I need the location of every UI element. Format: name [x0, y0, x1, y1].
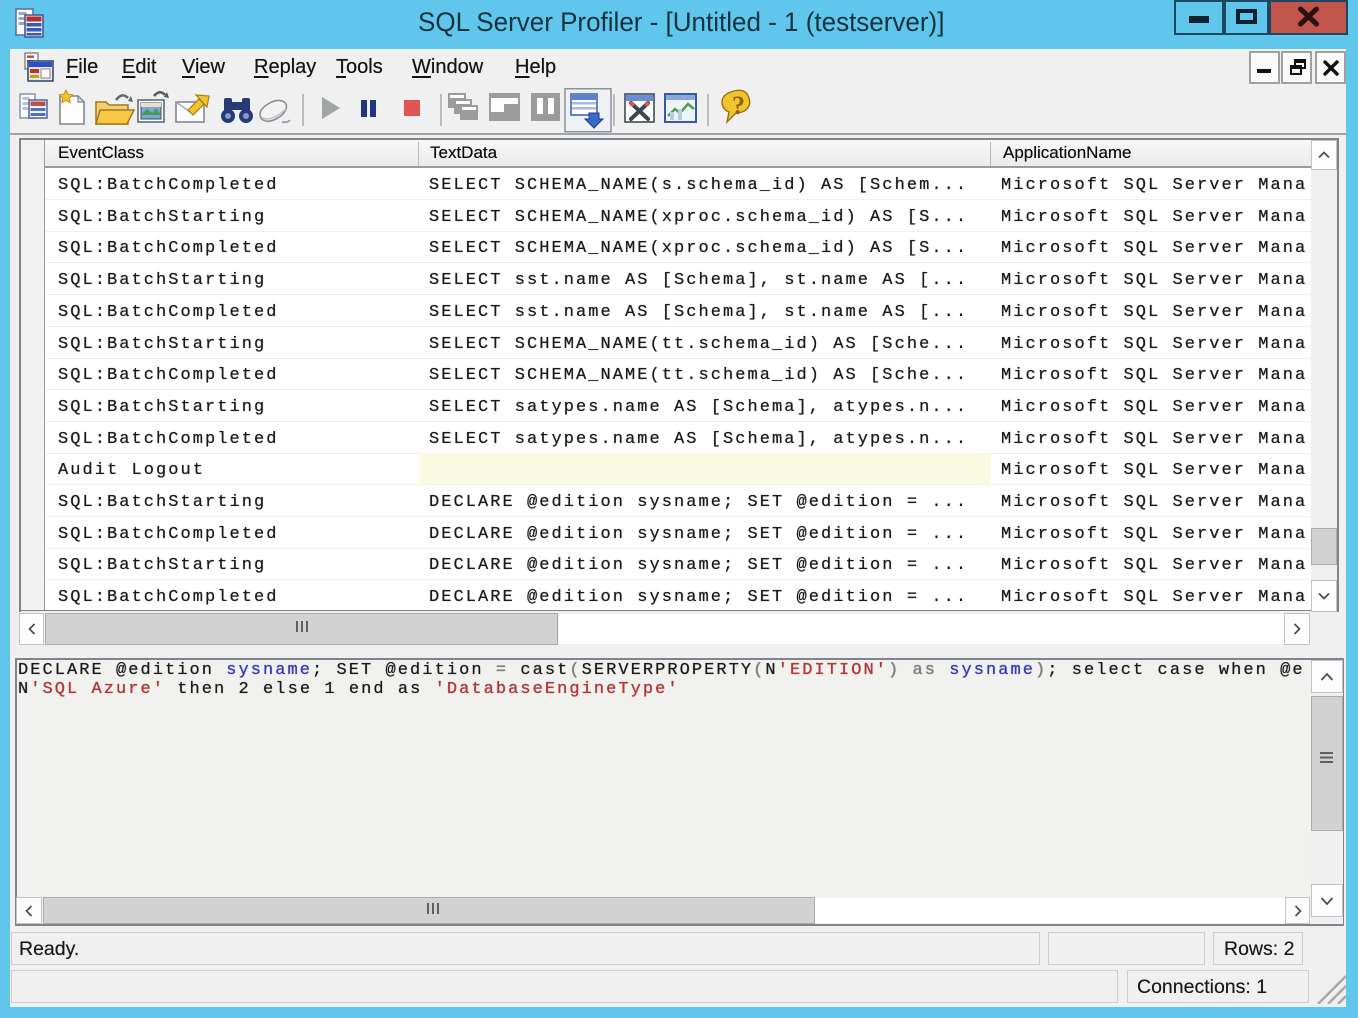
svg-text:?: ?: [732, 91, 745, 120]
